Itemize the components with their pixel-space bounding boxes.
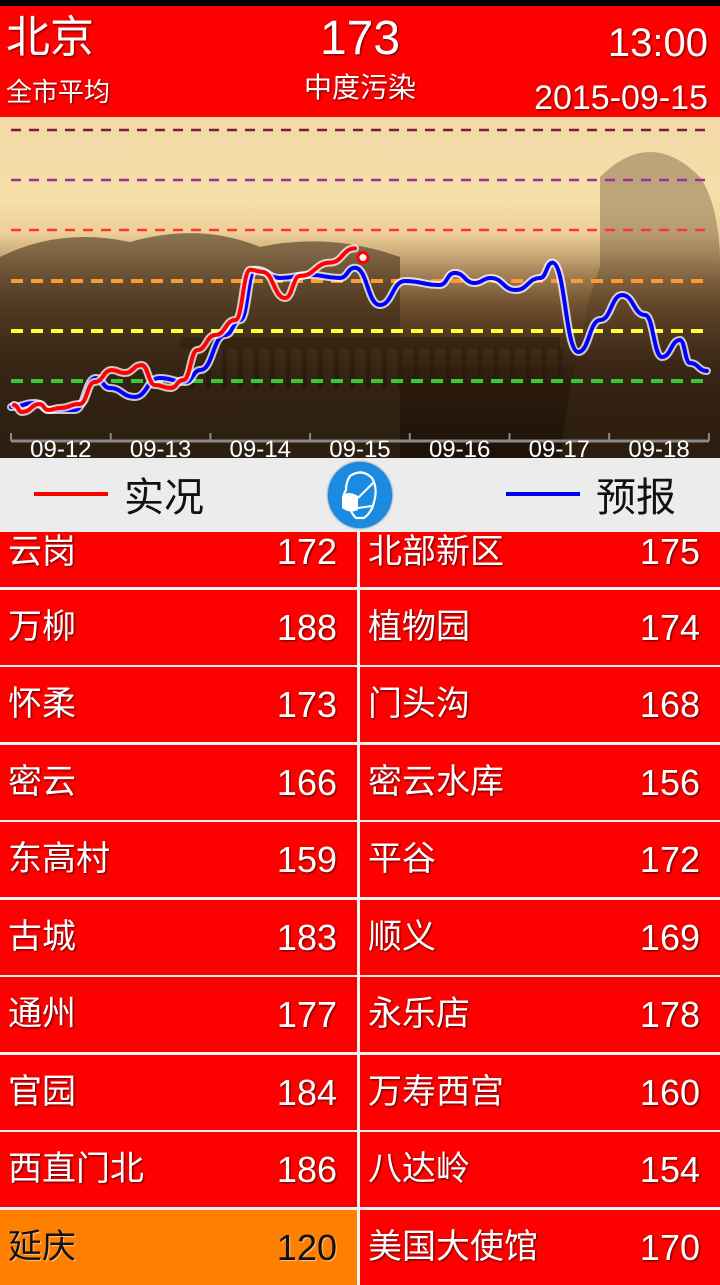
station-aqi: 174 bbox=[640, 590, 700, 665]
x-tick-label: 09-16 bbox=[429, 436, 490, 458]
station-cell[interactable]: 八达岭 154 bbox=[360, 1132, 720, 1207]
station-aqi: 120 bbox=[277, 1210, 337, 1285]
station-name: 万柳 bbox=[8, 590, 76, 665]
station-aqi: 169 bbox=[640, 900, 700, 975]
station-name: 密云 bbox=[8, 745, 76, 820]
station-cell[interactable]: 美国大使馆 170 bbox=[360, 1210, 720, 1285]
current-value-marker bbox=[358, 253, 368, 263]
mask-button[interactable] bbox=[328, 462, 392, 528]
station-name: 通州 bbox=[8, 977, 76, 1052]
station-aqi: 183 bbox=[277, 900, 337, 975]
legend-forecast-label: 预报 bbox=[596, 465, 676, 523]
station-aqi: 184 bbox=[277, 1055, 337, 1130]
station-aqi: 177 bbox=[277, 977, 337, 1052]
station-name: 顺义 bbox=[368, 900, 436, 975]
station-aqi: 173 bbox=[277, 667, 337, 742]
station-name: 东高村 bbox=[8, 822, 110, 897]
x-tick-label: 09-14 bbox=[230, 436, 291, 458]
header: 北京 全市平均 173 中度污染 13:00 2015-09-15 bbox=[0, 6, 720, 117]
station-aqi: 188 bbox=[277, 590, 337, 665]
station-aqi: 166 bbox=[277, 745, 337, 820]
station-cell[interactable]: 植物园 174 bbox=[360, 590, 720, 665]
station-name: 官园 bbox=[8, 1055, 76, 1130]
update-date: 2015-09-15 bbox=[534, 78, 708, 118]
station-name: 怀柔 bbox=[8, 667, 76, 742]
station-cell[interactable]: 东高村 159 bbox=[0, 822, 357, 897]
station-name: 美国大使馆 bbox=[368, 1210, 538, 1285]
station-name: 古城 bbox=[8, 900, 76, 975]
legend-forecast: 预报 bbox=[506, 472, 676, 516]
update-time: 13:00 bbox=[608, 20, 708, 66]
station-aqi: 154 bbox=[640, 1132, 700, 1207]
station-cell[interactable]: 通州 177 bbox=[0, 977, 357, 1052]
station-aqi: 172 bbox=[277, 532, 337, 572]
station-cell[interactable]: 万寿西宫 160 bbox=[360, 1055, 720, 1130]
station-aqi: 172 bbox=[640, 822, 700, 897]
station-name: 植物园 bbox=[368, 590, 470, 665]
station-aqi: 160 bbox=[640, 1055, 700, 1130]
mask-icon bbox=[328, 462, 392, 528]
station-name: 北部新区 bbox=[368, 532, 504, 572]
x-tick-label: 09-15 bbox=[329, 436, 390, 458]
station-name: 云岗 bbox=[8, 532, 76, 572]
station-name: 门头沟 bbox=[368, 667, 470, 742]
station-cell[interactable]: 密云 166 bbox=[0, 745, 357, 820]
station-list: 云岗172北部新区175万柳188植物园174怀柔173门头沟168密云166密… bbox=[0, 532, 720, 1280]
station-aqi: 168 bbox=[640, 667, 700, 742]
legend-forecast-line bbox=[506, 492, 580, 496]
station-aqi: 170 bbox=[640, 1210, 700, 1285]
station-cell[interactable]: 西直门北 186 bbox=[0, 1132, 357, 1207]
station-cell[interactable]: 延庆 120 bbox=[0, 1210, 357, 1285]
station-cell[interactable]: 官园 184 bbox=[0, 1055, 357, 1130]
station-aqi: 156 bbox=[640, 745, 700, 820]
station-name: 平谷 bbox=[368, 822, 436, 897]
legend-actual-label: 实况 bbox=[124, 465, 204, 523]
x-tick-label: 09-17 bbox=[529, 436, 590, 458]
x-tick-label: 09-13 bbox=[130, 436, 191, 458]
legend-actual: 实况 bbox=[34, 472, 204, 516]
station-cell[interactable]: 北部新区 175 bbox=[360, 532, 720, 587]
station-aqi: 159 bbox=[277, 822, 337, 897]
station-cell[interactable]: 平谷 172 bbox=[360, 822, 720, 897]
station-name: 万寿西宫 bbox=[368, 1055, 504, 1130]
station-cell[interactable]: 怀柔 173 bbox=[0, 667, 357, 742]
station-aqi: 178 bbox=[640, 977, 700, 1052]
station-cell[interactable]: 云岗 172 bbox=[0, 532, 357, 587]
station-cell[interactable]: 顺义 169 bbox=[360, 900, 720, 975]
station-name: 延庆 bbox=[8, 1210, 76, 1285]
station-cell[interactable]: 永乐店 178 bbox=[360, 977, 720, 1052]
station-name: 西直门北 bbox=[8, 1132, 144, 1207]
station-cell[interactable]: 古城 183 bbox=[0, 900, 357, 975]
legend-actual-line bbox=[34, 492, 108, 496]
station-name: 密云水库 bbox=[368, 745, 504, 820]
station-cell[interactable]: 门头沟 168 bbox=[360, 667, 720, 742]
station-cell[interactable]: 万柳 188 bbox=[0, 590, 357, 665]
x-tick-label: 09-18 bbox=[628, 436, 689, 458]
station-name: 八达岭 bbox=[368, 1132, 470, 1207]
station-cell[interactable]: 密云水库 156 bbox=[360, 745, 720, 820]
x-tick-label: 09-12 bbox=[30, 436, 91, 458]
chart-svg: 09-12 09-13 09-14 09-15 09-16 09-17 09-18 bbox=[0, 117, 720, 458]
station-aqi: 175 bbox=[640, 532, 700, 572]
aqi-trend-chart: 09-12 09-13 09-14 09-15 09-16 09-17 09-18 bbox=[0, 117, 720, 458]
station-aqi: 186 bbox=[277, 1132, 337, 1207]
station-name: 永乐店 bbox=[368, 977, 470, 1052]
